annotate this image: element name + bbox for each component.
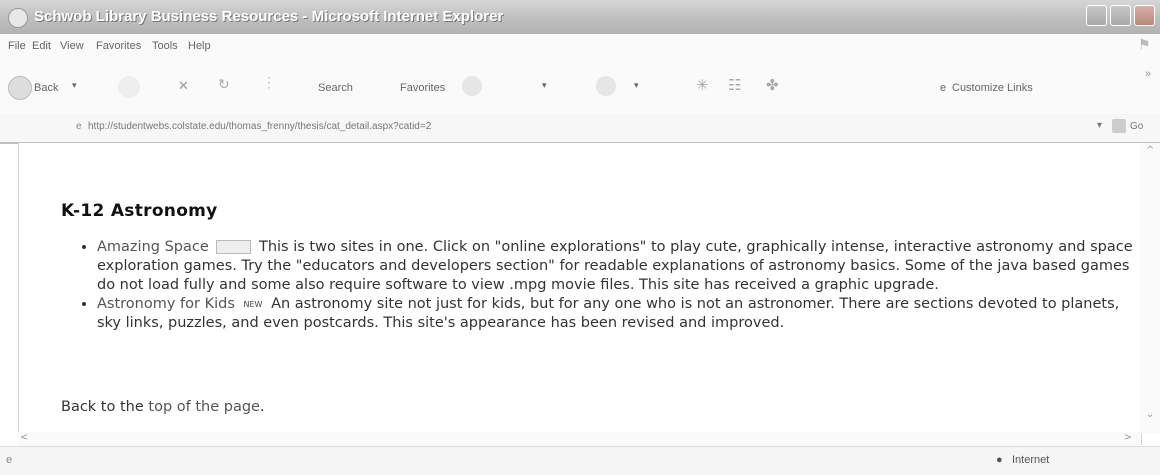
windows-flag-icon: ⚑ — [1138, 36, 1151, 52]
resource-list: Amazing Space This is two sites in one. … — [79, 238, 1137, 333]
vertical-scrollbar[interactable]: ^ ⌄ — [1140, 143, 1160, 433]
status-bar: e ● Internet — [0, 446, 1160, 475]
window-title: Schwob Library Business Resources - Micr… — [34, 8, 504, 25]
research-icon[interactable]: ✤ — [766, 76, 779, 94]
menu-tools[interactable]: Tools — [152, 40, 178, 52]
back-to-top: Back to the top of the page. — [61, 399, 265, 415]
home-icon[interactable]: ⋮ — [262, 74, 276, 91]
amazing-space-link[interactable]: Amazing Space — [97, 239, 209, 255]
print-dropdown-icon[interactable]: ▾ — [634, 80, 639, 91]
scroll-down-icon[interactable]: ⌄ — [1146, 409, 1154, 420]
minimize-button[interactable] — [1086, 5, 1107, 26]
back-dropdown-icon[interactable]: ▾ — [72, 80, 77, 91]
page-content: K-12 Astronomy Amazing Space This is two… — [18, 143, 1142, 445]
mail-dropdown-icon[interactable]: ▾ — [542, 80, 547, 91]
new-badge-icon — [216, 240, 252, 254]
menu-help[interactable]: Help — [188, 40, 211, 52]
horizontal-scrollbar[interactable]: < > — [18, 432, 1140, 446]
new-badge: NEW — [243, 299, 263, 309]
back-arrow-icon[interactable] — [8, 76, 32, 100]
address-input[interactable]: http://studentwebs.colstate.edu/thomas_f… — [88, 121, 431, 132]
back-prefix: Back to the — [61, 399, 144, 415]
menu-edit[interactable]: Edit — [32, 40, 51, 52]
address-dropdown-icon[interactable]: ▾ — [1097, 120, 1102, 131]
favorites-button[interactable]: Favorites — [400, 82, 445, 94]
history-icon[interactable] — [462, 76, 482, 96]
refresh-icon[interactable]: ↻ — [218, 76, 230, 93]
title-bar: Schwob Library Business Resources - Micr… — [0, 0, 1160, 34]
print-icon[interactable] — [596, 76, 616, 96]
search-button[interactable]: Search — [318, 82, 353, 94]
astronomy-for-kids-link[interactable]: Astronomy for Kids — [97, 296, 235, 312]
scroll-right-icon[interactable]: > — [1124, 432, 1132, 443]
scroll-left-icon[interactable]: < — [20, 432, 28, 443]
scroll-up-icon[interactable]: ^ — [1146, 145, 1154, 156]
internet-zone-icon: ● — [996, 454, 1003, 466]
page-icon: e — [76, 121, 82, 132]
go-button[interactable]: Go — [1130, 121, 1143, 132]
go-arrow-icon[interactable] — [1112, 119, 1126, 133]
item-description: This is two sites in one. Click on "onli… — [97, 239, 1133, 293]
discuss-icon[interactable]: ☷ — [728, 76, 741, 94]
customize-links[interactable]: Customize Links — [952, 82, 1033, 94]
back-button[interactable]: Back — [34, 82, 58, 94]
menu-file[interactable]: File — [8, 40, 26, 52]
page-heading: K-12 Astronomy — [61, 201, 218, 221]
top-of-page-link[interactable]: top of the page — [148, 399, 260, 415]
messenger-icon[interactable]: ✳ — [696, 76, 709, 94]
stop-icon[interactable]: ✕ — [178, 78, 189, 94]
menu-favorites[interactable]: Favorites — [96, 40, 141, 52]
toolbar: Back ▾ ✕ ↻ ⋮ Search Favorites ▾ ▾ ✳ ☷ ✤ … — [0, 58, 1160, 114]
internet-zone-label: Internet — [1012, 454, 1050, 466]
address-bar: e http://studentwebs.colstate.edu/thomas… — [0, 114, 1160, 144]
menu-view[interactable]: View — [60, 40, 84, 52]
page-status-icon: e — [6, 454, 13, 466]
ie-logo-icon — [8, 8, 28, 28]
close-button[interactable] — [1134, 5, 1155, 26]
maximize-button[interactable] — [1110, 5, 1131, 26]
forward-arrow-icon[interactable] — [118, 76, 140, 98]
menu-bar: File Edit View Favorites Tools Help ⚑ — [0, 34, 1160, 58]
back-suffix: . — [259, 399, 265, 415]
list-item: Amazing Space This is two sites in one. … — [97, 238, 1137, 295]
list-item: Astronomy for Kids NEW An astronomy site… — [97, 295, 1137, 333]
page-icon: e — [940, 82, 947, 94]
toolbar-overflow-icon[interactable]: » — [1145, 68, 1151, 80]
